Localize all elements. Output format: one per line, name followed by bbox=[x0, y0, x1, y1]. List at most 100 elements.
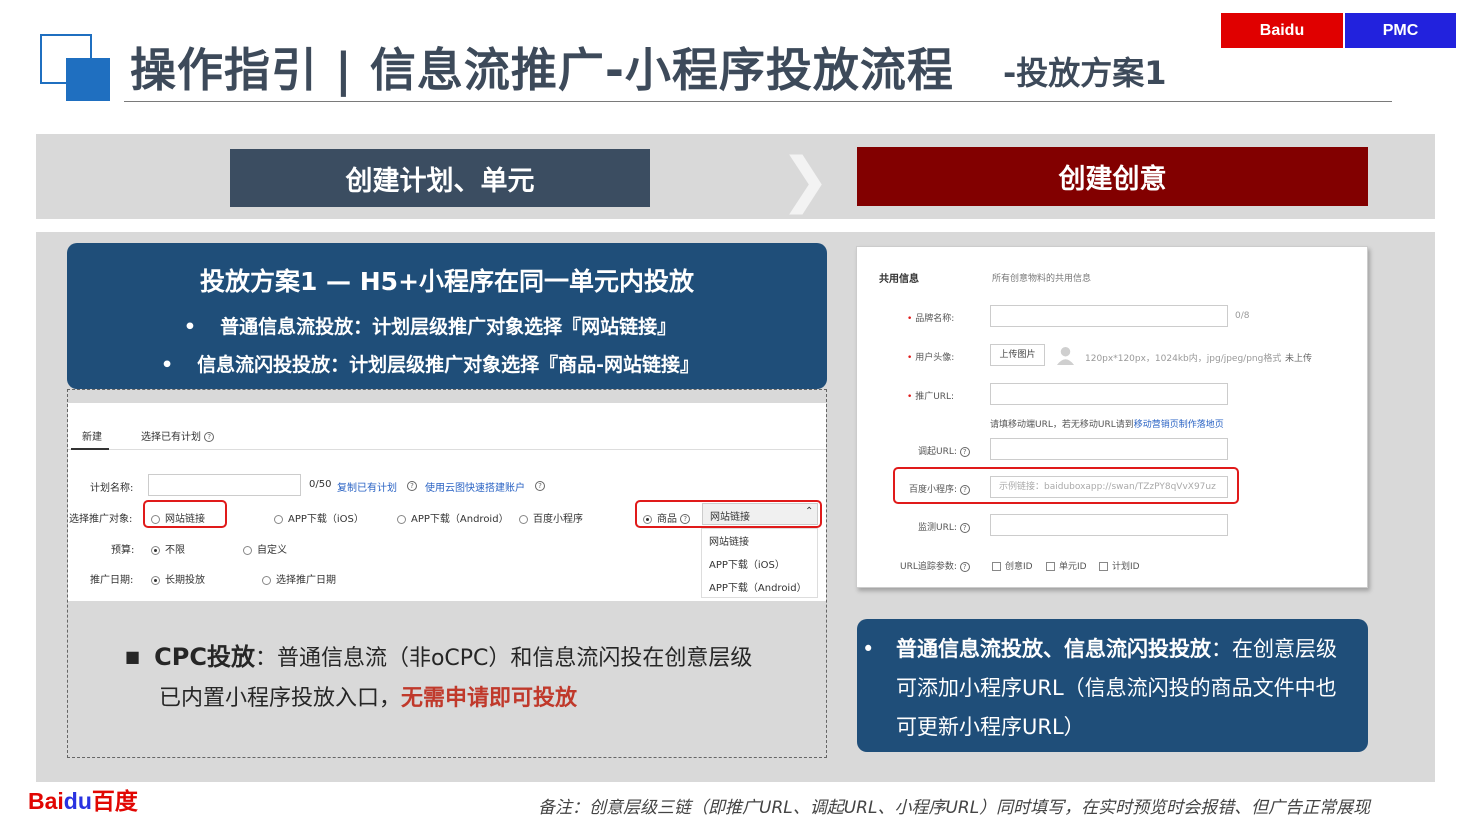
landing-page-link[interactable]: 移动营销页制作落地页 bbox=[1134, 420, 1224, 430]
creative-note-lead: 普通信息流投放、信息流闪投投放 bbox=[896, 637, 1211, 661]
scheme-bullet-1: • 普通信息流投放：计划层级推广对象选择『网站链接』 bbox=[67, 312, 827, 339]
help-icon: ? bbox=[407, 481, 417, 491]
help-icon: ? bbox=[959, 446, 970, 457]
brand-input[interactable] bbox=[990, 305, 1228, 327]
target-label: 选择推广对象: bbox=[69, 514, 133, 525]
cloud-build-link[interactable]: 使用云图快速搭建账户 bbox=[425, 479, 525, 494]
section-desc: 所有创意物料的共用信息 bbox=[992, 274, 1092, 284]
tab-active-indicator bbox=[71, 448, 109, 450]
date-custom[interactable]: 选择推广日期 bbox=[262, 571, 336, 586]
copy-plan-link[interactable]: 复制已有计划 bbox=[337, 479, 397, 494]
plan-name-label: 计划名称: bbox=[90, 483, 134, 494]
tab-existing-plan[interactable]: 选择已有计划 ? bbox=[141, 428, 215, 443]
plan-name-count: 0/50 bbox=[309, 479, 332, 490]
radio-icon bbox=[397, 514, 406, 524]
required-icon: • bbox=[907, 353, 913, 363]
checkbox-icon bbox=[1046, 562, 1055, 571]
wake-url-label: 调起URL: ? bbox=[918, 444, 970, 457]
url-label: • 推广URL: bbox=[907, 389, 954, 402]
page-subtitle: -投放方案1 bbox=[1003, 54, 1167, 92]
help-icon: ? bbox=[204, 432, 215, 442]
scheme-title: 投放方案1 — H5+小程序在同一单元内投放 bbox=[199, 267, 695, 296]
track-unit-id[interactable]: 单元ID bbox=[1046, 559, 1087, 572]
monitor-url-label-text: 监测URL: bbox=[918, 523, 957, 533]
target-app-android-label: APP下载（Android） bbox=[411, 514, 509, 525]
required-icon: • bbox=[907, 314, 913, 324]
track-plan-id-label: 计划ID bbox=[1112, 562, 1140, 572]
url-hint: 请填移动端URL，若无移动URL请到移动营销页制作落地页 bbox=[990, 417, 1224, 430]
paw-icon: du bbox=[64, 788, 92, 814]
budget-label: 预算: bbox=[111, 545, 135, 556]
avatar-status: 未上传 bbox=[1285, 354, 1313, 364]
menu-item-app-android[interactable]: APP下载（Android） bbox=[709, 579, 807, 594]
brand-label: • 品牌名称: bbox=[907, 311, 954, 324]
promo-url-input[interactable] bbox=[990, 383, 1228, 405]
target-app-android[interactable]: APP下载（Android） bbox=[397, 510, 509, 525]
creative-form: 共用信息 所有创意物料的共用信息 • 品牌名称: 0/8 • 用户头像: 上传图… bbox=[856, 246, 1368, 588]
budget-unlimited[interactable]: 不限 bbox=[151, 541, 185, 556]
track-unit-id-label: 单元ID bbox=[1059, 562, 1087, 572]
target-app-ios-label: APP下载（iOS） bbox=[288, 514, 364, 525]
track-creative-id-label: 创意ID bbox=[1005, 562, 1033, 572]
radio-icon bbox=[274, 514, 283, 524]
bullet-dot: • bbox=[183, 316, 197, 338]
highlight-mini-program bbox=[893, 467, 1239, 504]
monitor-url-label: 监测URL: ? bbox=[918, 520, 970, 533]
cpc-highlight: 无需申请即可投放 bbox=[401, 686, 578, 711]
monitor-url-input[interactable] bbox=[990, 514, 1228, 536]
user-avatar-icon bbox=[1056, 346, 1075, 365]
checkbox-icon bbox=[1099, 562, 1108, 571]
track-plan-id[interactable]: 计划ID bbox=[1099, 559, 1140, 572]
bullet-dot: • bbox=[862, 637, 875, 661]
radio-icon bbox=[262, 575, 271, 585]
cpc-text-2: 已内置小程序投放入口， bbox=[159, 686, 402, 711]
section-title: 共用信息 bbox=[879, 274, 919, 285]
title-divider bbox=[124, 101, 1392, 102]
plan-name-input[interactable] bbox=[148, 474, 301, 496]
budget-unlimited-label: 不限 bbox=[165, 545, 185, 556]
cpc-note: ■ CPC投放：普通信息流（非oCPC）和信息流闪投在创意层级 已内置小程序投放入… bbox=[125, 637, 752, 719]
scheme-bullet-2: • 信息流闪投投放：计划层级推广对象选择『商品-网站链接』 bbox=[67, 350, 827, 377]
square-bullet-icon: ■ bbox=[125, 647, 141, 666]
target-app-ios[interactable]: APP下载（iOS） bbox=[274, 510, 364, 525]
menu-item-website[interactable]: 网站链接 bbox=[709, 533, 749, 548]
radio-checked-icon bbox=[151, 545, 160, 555]
target-mini-program[interactable]: 百度小程序 bbox=[519, 510, 583, 525]
cpc-note-line-2: 已内置小程序投放入口，无需申请即可投放 bbox=[125, 679, 752, 719]
footer-note: 备注：创意层级三链（即推广URL、调起URL、小程序URL）同时填写，在实时预览… bbox=[538, 798, 1371, 818]
step-create-creative: 创建创意 bbox=[857, 147, 1368, 206]
help-icon: ? bbox=[535, 481, 545, 491]
menu-item-app-ios[interactable]: APP下载（iOS） bbox=[709, 556, 785, 571]
wake-url-input[interactable] bbox=[990, 438, 1228, 460]
wake-url-label-text: 调起URL: bbox=[918, 447, 957, 457]
baidu-tag: Baidu bbox=[1221, 13, 1343, 48]
help-icon: ? bbox=[959, 561, 970, 572]
avatar-hint: 120px*120px，1024kb内，jpg/jpeg/png格式 bbox=[1085, 354, 1282, 364]
pmc-tag: PMC bbox=[1345, 13, 1456, 48]
product-type-menu: 网站链接 APP下载（iOS） APP下载（Android） bbox=[701, 528, 818, 598]
plan-tabs: 新建 选择已有计划 ? bbox=[68, 420, 826, 450]
track-creative-id[interactable]: 创意ID bbox=[992, 559, 1033, 572]
checkbox-icon bbox=[992, 562, 1001, 571]
avatar-label-text: 用户头像: bbox=[915, 353, 955, 363]
creative-note-box: • 普通信息流投放、信息流闪投投放：在创意层级可添加小程序URL（信息流闪投的商… bbox=[857, 619, 1368, 752]
date-custom-label: 选择推广日期 bbox=[276, 575, 336, 586]
avatar-label: • 用户头像: bbox=[907, 350, 954, 363]
date-long-term-label: 长期投放 bbox=[165, 575, 205, 586]
budget-custom[interactable]: 自定义 bbox=[243, 541, 287, 556]
required-icon: • bbox=[907, 392, 913, 402]
radio-checked-icon bbox=[151, 575, 160, 585]
upload-image-button[interactable]: 上传图片 bbox=[990, 344, 1045, 366]
chevron-right-icon: ❯ bbox=[780, 145, 831, 215]
url-label-text: 推广URL: bbox=[915, 392, 955, 402]
baidu-logo: Baidu百度 bbox=[28, 782, 138, 816]
date-long-term[interactable]: 长期投放 bbox=[151, 571, 205, 586]
bullet-dot: • bbox=[160, 354, 174, 376]
tab-new[interactable]: 新建 bbox=[82, 428, 102, 443]
radio-icon bbox=[519, 514, 528, 524]
step-create-plan: 创建计划、单元 bbox=[230, 149, 650, 207]
date-label: 推广日期: bbox=[90, 575, 134, 586]
title-deco-square bbox=[66, 58, 110, 101]
highlight-website-target bbox=[143, 500, 227, 528]
logo-bai: Bai bbox=[28, 788, 64, 814]
